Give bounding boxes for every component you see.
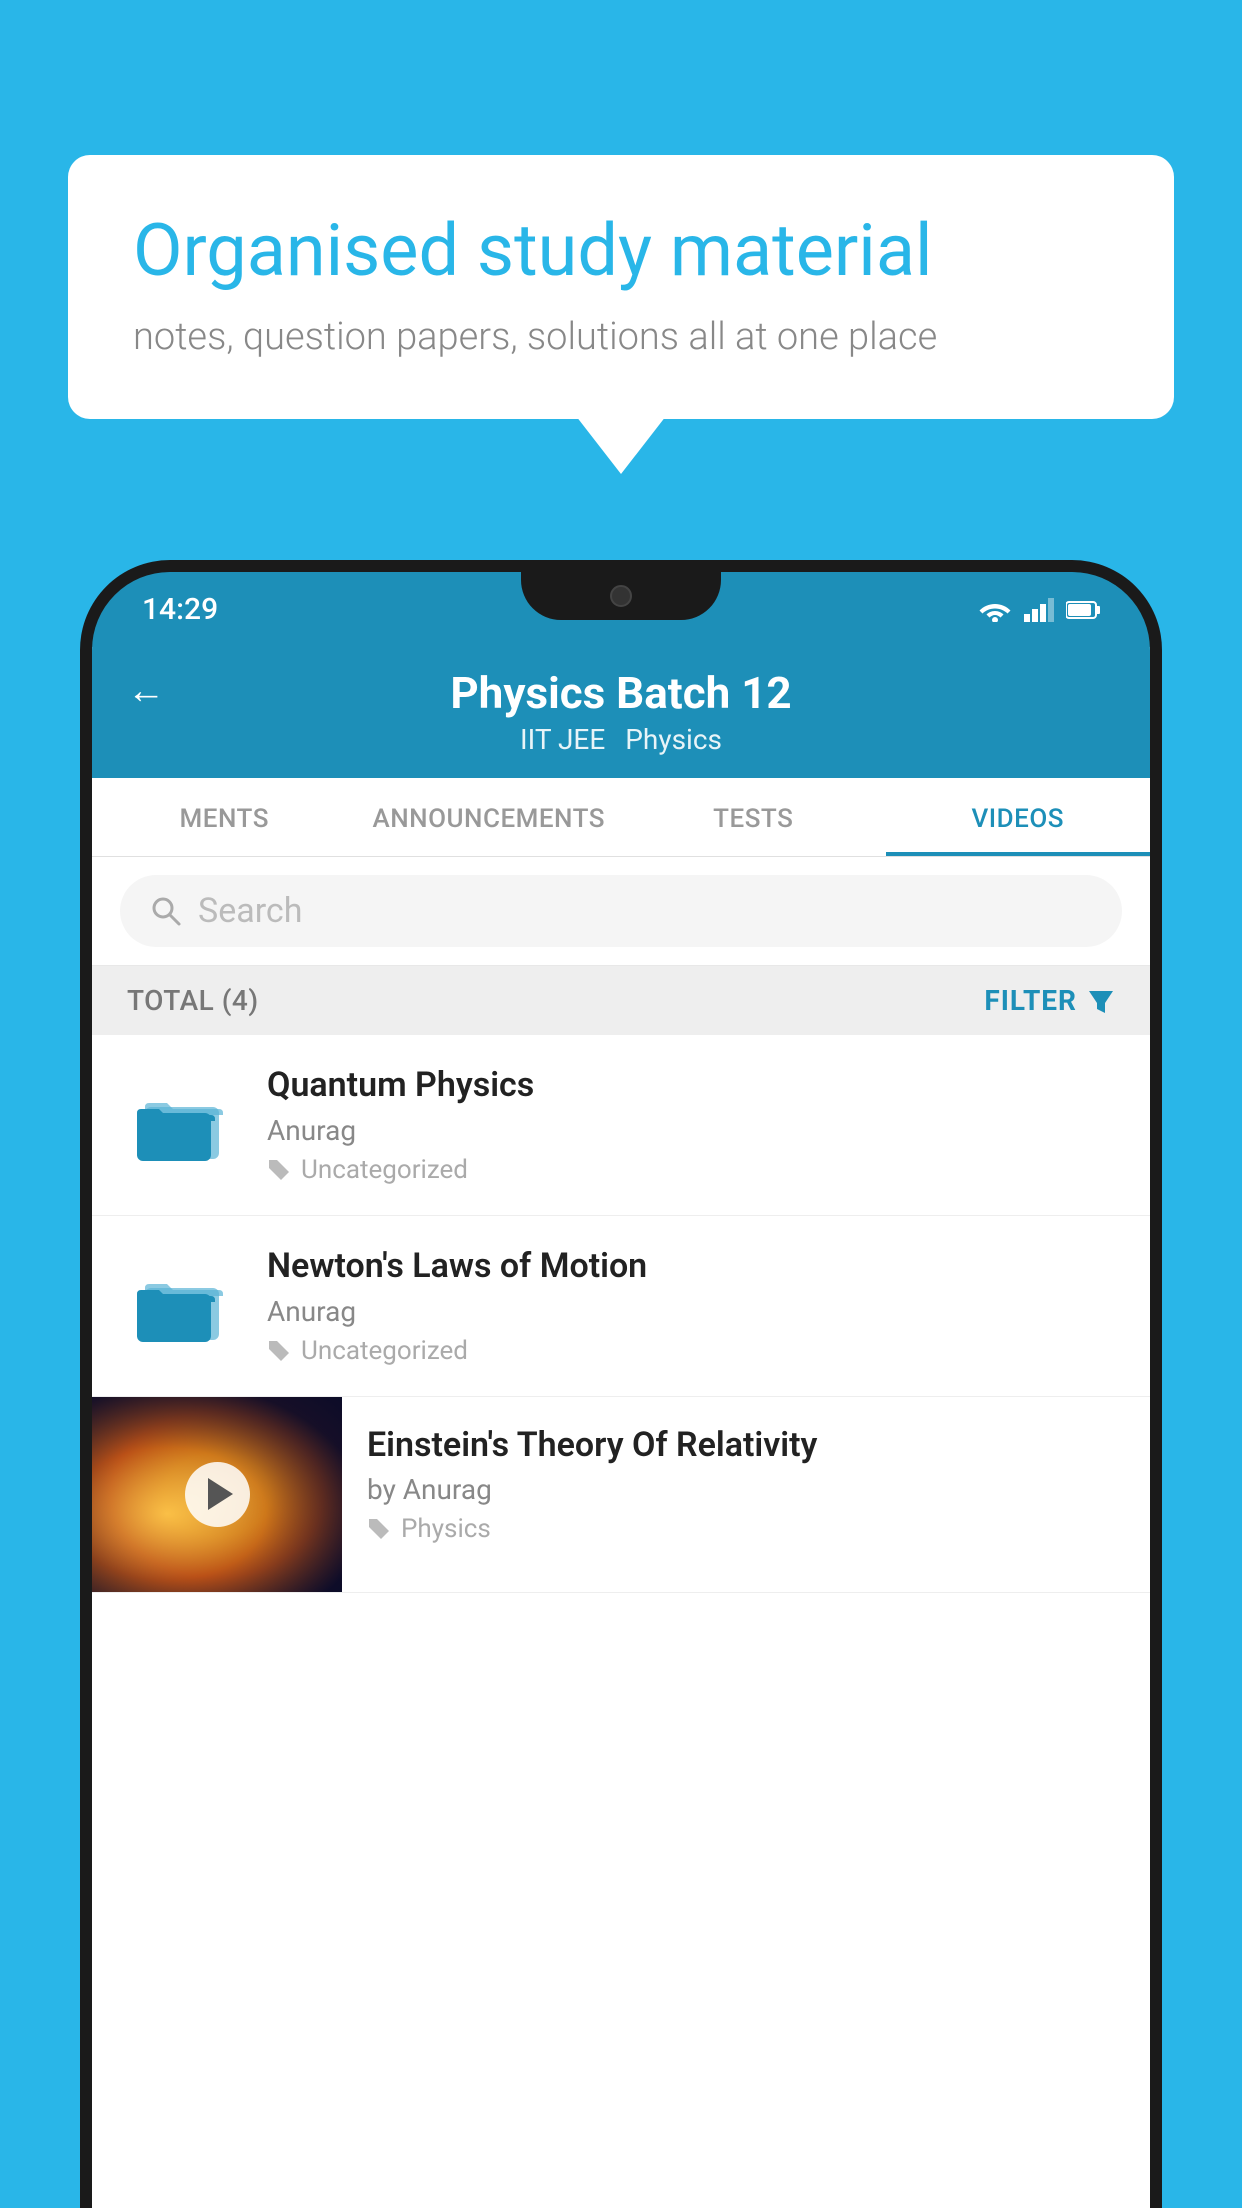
filter-label: FILTER (984, 984, 1077, 1017)
folder-icon (137, 1266, 227, 1346)
speech-bubble-container: Organised study material notes, question… (68, 155, 1174, 419)
search-bar[interactable]: Search (120, 875, 1122, 947)
header-subtitle-right: Physics (625, 723, 722, 756)
video-tag-label-1: Uncategorized (301, 1155, 468, 1185)
wifi-icon (978, 598, 1012, 622)
video-tag-label-2: Uncategorized (301, 1336, 468, 1366)
video-author-2: Anurag (267, 1295, 1120, 1328)
status-icons (978, 598, 1100, 622)
bubble-title: Organised study material (133, 210, 1109, 293)
video-info-1: Quantum Physics Anurag Uncategorized (267, 1065, 1120, 1185)
folder-thumb-1 (122, 1075, 242, 1175)
search-input[interactable]: Search (198, 891, 302, 931)
tag-icon (267, 1158, 291, 1182)
tab-ments[interactable]: MENTS (92, 778, 357, 856)
tab-tests[interactable]: TESTS (621, 778, 886, 856)
search-container: Search (92, 857, 1150, 966)
notch (521, 572, 721, 620)
video-title-2: Newton's Laws of Motion (267, 1246, 1120, 1287)
header-subtitle: IIT JEE Physics (520, 723, 722, 756)
tab-videos[interactable]: VIDEOS (886, 778, 1151, 856)
filter-icon (1087, 987, 1115, 1015)
status-bar: 14:29 (92, 572, 1150, 647)
tab-announcements[interactable]: ANNOUNCEMENTS (357, 778, 622, 856)
header-subtitle-left: IIT JEE (520, 723, 605, 756)
filter-button[interactable]: FILTER (984, 984, 1115, 1017)
list-item[interactable]: Newton's Laws of Motion Anurag Uncategor… (92, 1216, 1150, 1397)
video-tag-2: Uncategorized (267, 1336, 1120, 1366)
bubble-subtitle: notes, question papers, solutions all at… (133, 315, 1109, 359)
video-info-2: Newton's Laws of Motion Anurag Uncategor… (267, 1246, 1120, 1366)
search-icon (150, 895, 182, 927)
play-button[interactable] (185, 1462, 250, 1527)
video-author-1: Anurag (267, 1114, 1120, 1147)
video-thumbnail-3 (92, 1397, 342, 1592)
app-screen: ← Physics Batch 12 IIT JEE Physics MENTS… (92, 647, 1150, 2208)
tag-icon (367, 1517, 391, 1541)
folder-icon (137, 1085, 227, 1165)
video-title-1: Quantum Physics (267, 1065, 1120, 1106)
battery-icon (1066, 601, 1100, 619)
video-author-3: by Anurag (367, 1473, 1125, 1506)
play-triangle-icon (208, 1478, 233, 1510)
video-info-3: Einstein's Theory Of Relativity by Anura… (342, 1397, 1150, 1573)
video-tag-3: Physics (367, 1514, 1125, 1544)
video-title-3: Einstein's Theory Of Relativity (367, 1425, 1125, 1466)
filter-bar: TOTAL (4) FILTER (92, 966, 1150, 1035)
phone-frame: 14:29 (80, 560, 1162, 2208)
tag-icon (267, 1339, 291, 1363)
app-header: ← Physics Batch 12 IIT JEE Physics (92, 647, 1150, 778)
list-item[interactable]: Einstein's Theory Of Relativity by Anura… (92, 1397, 1150, 1593)
video-list: Quantum Physics Anurag Uncategorized (92, 1035, 1150, 2208)
back-button[interactable]: ← (127, 669, 165, 713)
video-tag-label-3: Physics (401, 1514, 491, 1544)
folder-thumb-2 (122, 1256, 242, 1356)
header-title: Physics Batch 12 (450, 667, 791, 719)
phone-inner: 14:29 (92, 572, 1150, 2208)
speech-bubble: Organised study material notes, question… (68, 155, 1174, 419)
video-tag-1: Uncategorized (267, 1155, 1120, 1185)
signal-icon (1024, 598, 1054, 622)
tabs-bar: MENTS ANNOUNCEMENTS TESTS VIDEOS (92, 778, 1150, 857)
status-time: 14:29 (142, 592, 218, 627)
list-item[interactable]: Quantum Physics Anurag Uncategorized (92, 1035, 1150, 1216)
camera-dot (610, 585, 632, 607)
total-label: TOTAL (4) (127, 984, 259, 1017)
